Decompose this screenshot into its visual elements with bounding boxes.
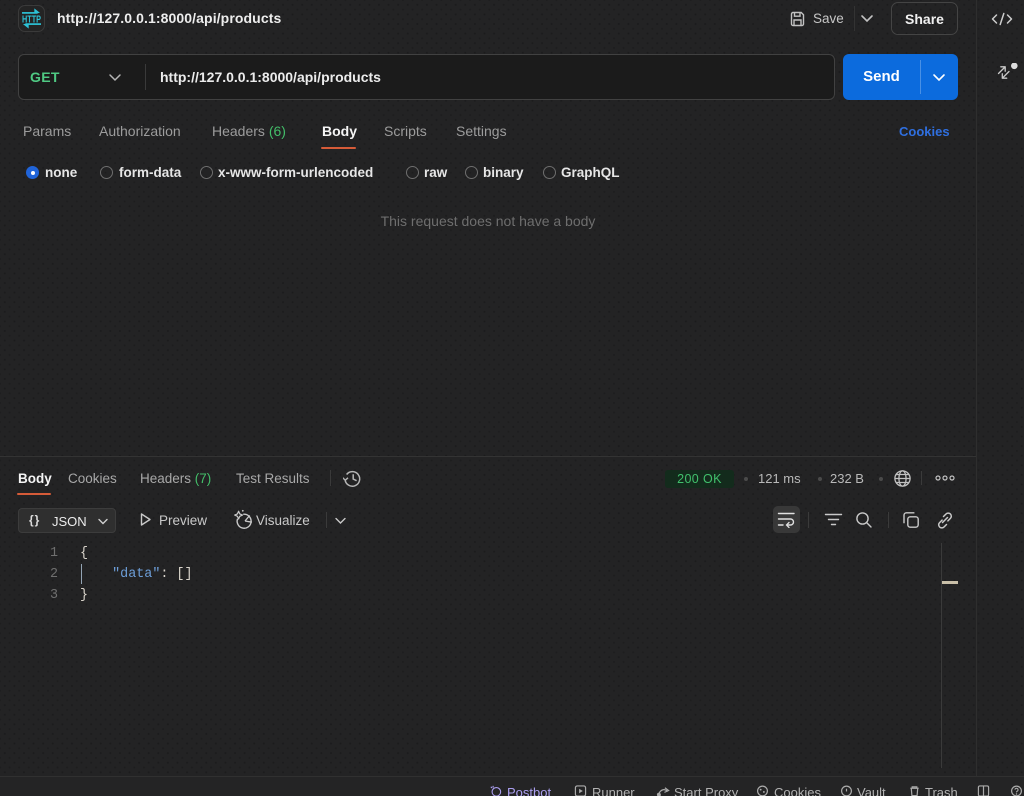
svg-text:HTTP: HTTP	[22, 14, 41, 25]
